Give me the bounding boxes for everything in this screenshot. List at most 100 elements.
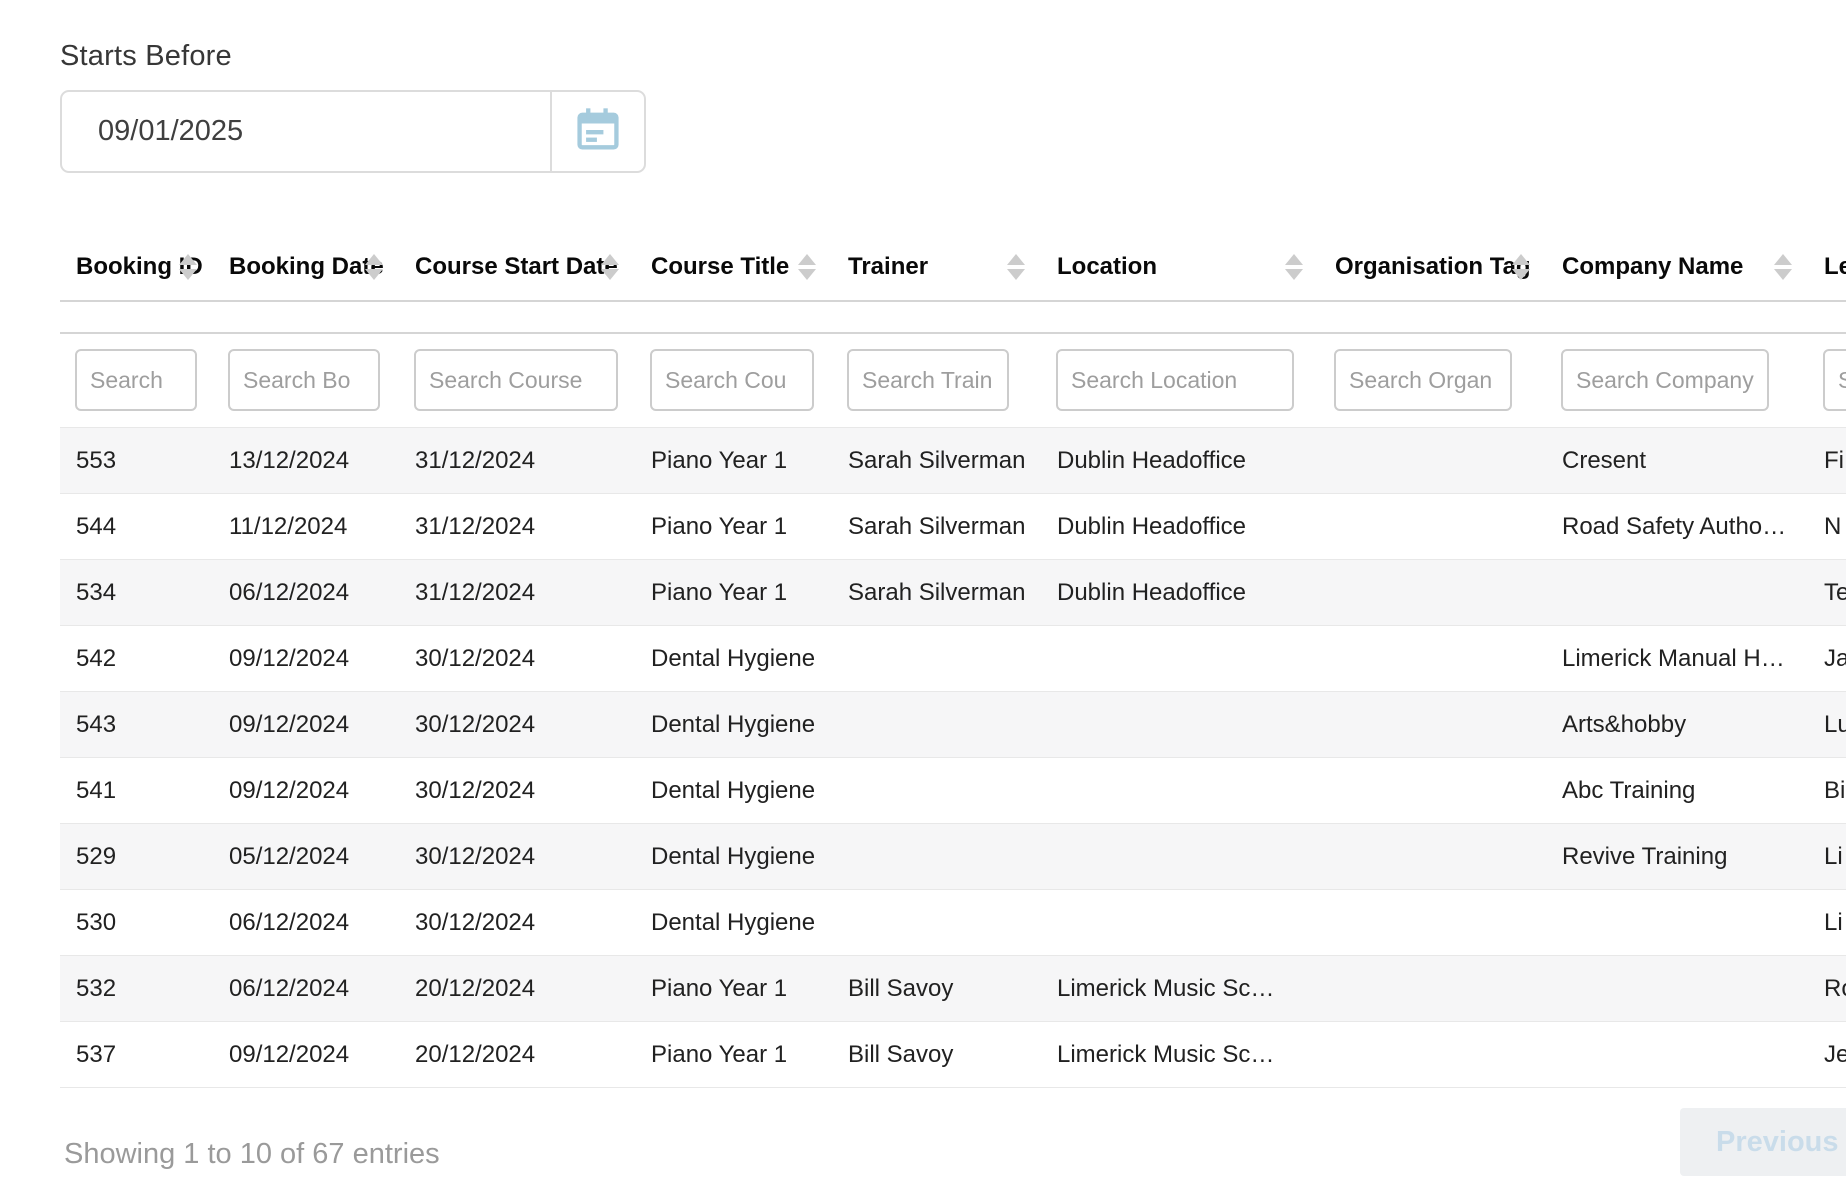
table-cell: [832, 758, 1041, 824]
table-row: 54109/12/202430/12/2024Dental HygieneAbc…: [60, 758, 1846, 824]
table-cell: Limerick Music Sc…: [1041, 956, 1319, 1022]
table-cell: 532: [60, 956, 213, 1022]
table-cell: 13/12/2024: [213, 428, 399, 494]
table-cell: 541: [60, 758, 213, 824]
table-cell: 31/12/2024: [399, 560, 635, 626]
table-cell: Limerick Manual H…: [1546, 626, 1808, 692]
table-cell: [1546, 890, 1808, 956]
table-cell: Dental Hygiene: [635, 890, 832, 956]
table-cell: 31/12/2024: [399, 494, 635, 560]
table-cell: Ja: [1808, 626, 1846, 692]
table-cell: Bill Savoy: [832, 956, 1041, 1022]
table-cell: Dublin Headoffice: [1041, 494, 1319, 560]
table-cell: Sarah Silverman: [832, 494, 1041, 560]
starts-before-date-input[interactable]: [62, 92, 550, 171]
column-header-location[interactable]: Location: [1041, 233, 1319, 301]
search-course-title-input[interactable]: [650, 349, 814, 411]
table-cell: Li: [1808, 890, 1846, 956]
table-row: 54309/12/202430/12/2024Dental HygieneArt…: [60, 692, 1846, 758]
calendar-picker-button[interactable]: [552, 92, 644, 171]
table-cell: [1041, 890, 1319, 956]
table-cell: Sarah Silverman: [832, 560, 1041, 626]
table-body: 55313/12/202431/12/2024Piano Year 1Sarah…: [60, 428, 1846, 1088]
table-cell: Cresent: [1546, 428, 1808, 494]
column-header-le[interactable]: Le: [1808, 233, 1846, 301]
bookings-page: Starts Before: [0, 0, 1846, 1182]
sort-icon[interactable]: [1285, 254, 1303, 280]
table-cell: [1041, 758, 1319, 824]
table-cell: Limerick Music Sc…: [1041, 1022, 1319, 1088]
table-row: 53709/12/202420/12/2024Piano Year 1Bill …: [60, 1022, 1846, 1088]
table-cell: [832, 890, 1041, 956]
starts-before-filter: Starts Before: [60, 40, 1846, 173]
table-cell: Lu: [1808, 692, 1846, 758]
sort-icon[interactable]: [798, 254, 816, 280]
column-header-course-title[interactable]: Course Title: [635, 233, 832, 301]
search-le-input[interactable]: [1823, 349, 1846, 411]
table-cell: 31/12/2024: [399, 428, 635, 494]
search-course-start-date-input[interactable]: [414, 349, 618, 411]
previous-button[interactable]: Previous: [1680, 1108, 1846, 1176]
sort-icon[interactable]: [601, 254, 619, 280]
table-row: 53206/12/202420/12/2024Piano Year 1Bill …: [60, 956, 1846, 1022]
table-cell: Piano Year 1: [635, 494, 832, 560]
table-cell: N: [1808, 494, 1846, 560]
table-cell: [1319, 758, 1546, 824]
table-cell: 534: [60, 560, 213, 626]
table-cell: Dental Hygiene: [635, 824, 832, 890]
sort-icon[interactable]: [179, 254, 197, 280]
sort-icon[interactable]: [365, 254, 383, 280]
search-company-name-input[interactable]: [1561, 349, 1769, 411]
table-cell: [1319, 692, 1546, 758]
table-row: 54209/12/202430/12/2024Dental HygieneLim…: [60, 626, 1846, 692]
table-cell: Dental Hygiene: [635, 758, 832, 824]
table-cell: [832, 824, 1041, 890]
table-cell: 542: [60, 626, 213, 692]
table-cell: 30/12/2024: [399, 692, 635, 758]
column-header-trainer[interactable]: Trainer: [832, 233, 1041, 301]
sort-icon[interactable]: [1007, 254, 1025, 280]
column-header-booking-id[interactable]: Booking ID: [60, 233, 213, 301]
table-cell: Bi: [1808, 758, 1846, 824]
table-cell: Piano Year 1: [635, 428, 832, 494]
table-cell: 529: [60, 824, 213, 890]
column-header-course-start-date[interactable]: Course Start Date: [399, 233, 635, 301]
table-cell: [1319, 428, 1546, 494]
bookings-table: Booking ID Booking Date Course Start Dat…: [60, 233, 1846, 1088]
table-cell: Abc Training: [1546, 758, 1808, 824]
table-row: 54411/12/202431/12/2024Piano Year 1Sarah…: [60, 494, 1846, 560]
table-cell: [1041, 626, 1319, 692]
table-cell: [1319, 494, 1546, 560]
table-cell: Te: [1808, 560, 1846, 626]
table-cell: [1319, 1022, 1546, 1088]
sort-icon[interactable]: [1774, 254, 1792, 280]
table-cell: [1319, 626, 1546, 692]
table-cell: Piano Year 1: [635, 560, 832, 626]
table-cell: 544: [60, 494, 213, 560]
search-organisation-tag-input[interactable]: [1334, 349, 1512, 411]
table-cell: 20/12/2024: [399, 1022, 635, 1088]
table-cell: Je: [1808, 1022, 1846, 1088]
table-row: 52905/12/202430/12/2024Dental HygieneRev…: [60, 824, 1846, 890]
sort-icon[interactable]: [1512, 254, 1530, 280]
search-location-input[interactable]: [1056, 349, 1294, 411]
table-cell: 30/12/2024: [399, 890, 635, 956]
column-header-booking-date[interactable]: Booking Date: [213, 233, 399, 301]
table-cell: 543: [60, 692, 213, 758]
table-cell: 30/12/2024: [399, 626, 635, 692]
column-header-organisation-tag[interactable]: Organisation Tag: [1319, 233, 1546, 301]
table-cell: Bill Savoy: [832, 1022, 1041, 1088]
table-cell: [1041, 824, 1319, 890]
table-cell: 06/12/2024: [213, 890, 399, 956]
table-cell: [1041, 692, 1319, 758]
table-cell: 09/12/2024: [213, 626, 399, 692]
bookings-table-container: Booking ID Booking Date Course Start Dat…: [60, 233, 1846, 1088]
search-trainer-input[interactable]: [847, 349, 1009, 411]
search-booking-id-input[interactable]: [75, 349, 197, 411]
search-booking-date-input[interactable]: [228, 349, 380, 411]
table-cell: 537: [60, 1022, 213, 1088]
column-header-company-name[interactable]: Company Name: [1546, 233, 1808, 301]
table-row: 53006/12/202430/12/2024Dental HygieneLi: [60, 890, 1846, 956]
table-cell: [832, 692, 1041, 758]
table-cell: 06/12/2024: [213, 560, 399, 626]
